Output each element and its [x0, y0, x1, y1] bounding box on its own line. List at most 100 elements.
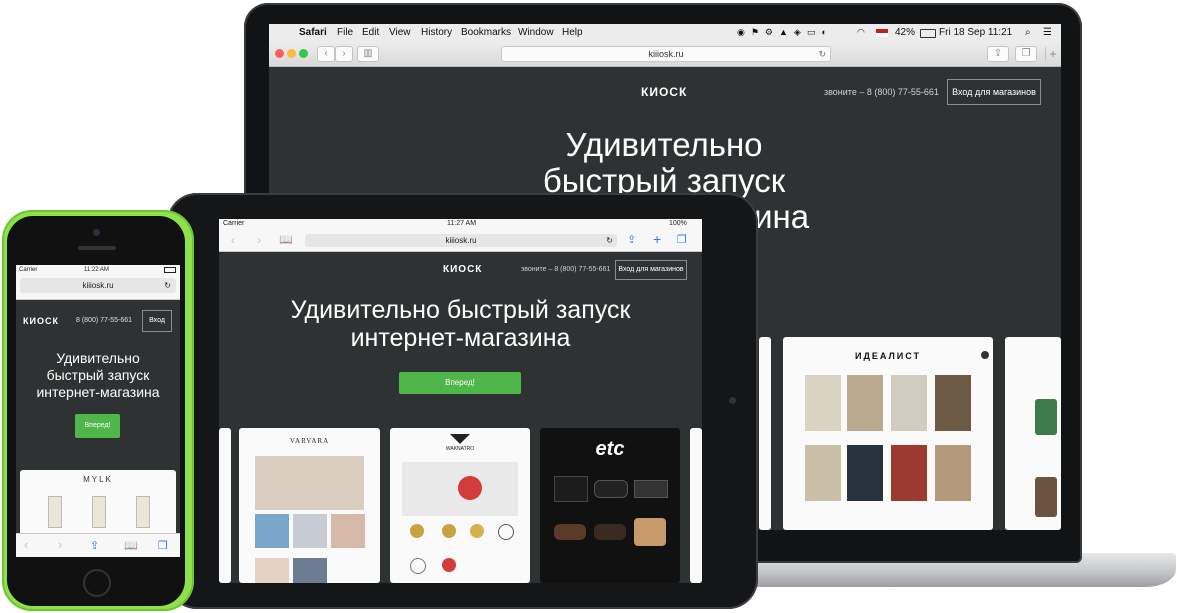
- store-preview-card-etc[interactable]: etc: [540, 428, 680, 583]
- menu-file[interactable]: File: [337, 27, 353, 38]
- menu-help[interactable]: Help: [562, 27, 583, 38]
- product-image[interactable]: [458, 476, 482, 500]
- product-image[interactable]: [410, 558, 426, 574]
- reload-icon[interactable]: ↻: [164, 278, 171, 293]
- store-preview-card-bags[interactable]: [1005, 337, 1061, 530]
- hero-banner-image[interactable]: [402, 462, 518, 516]
- store-preview-card-mylk[interactable]: MYLK: [20, 470, 176, 540]
- hero-line-1: Удивительно быстрый запуск: [290, 296, 631, 324]
- product-image[interactable]: [136, 496, 150, 528]
- store-preview-card-partial[interactable]: [690, 428, 702, 583]
- menu-safari[interactable]: Safari: [299, 27, 327, 38]
- product-image[interactable]: [805, 445, 841, 501]
- site-logo[interactable]: КИОСК: [23, 316, 59, 326]
- cta-button[interactable]: Вперед!: [399, 372, 521, 394]
- product-image[interactable]: [1035, 477, 1057, 517]
- tabs-icon[interactable]: ❐: [158, 539, 168, 552]
- product-image[interactable]: [255, 514, 289, 548]
- back-button[interactable]: ‹: [231, 233, 235, 247]
- reload-icon[interactable]: ↻: [818, 47, 826, 61]
- address-bar[interactable]: kiiiosk.ru ↻: [501, 46, 831, 62]
- product-image[interactable]: [634, 518, 666, 546]
- product-image[interactable]: [554, 476, 588, 502]
- product-image[interactable]: [255, 558, 289, 583]
- product-image[interactable]: [1035, 399, 1057, 435]
- store-preview-card-partial[interactable]: [759, 337, 771, 530]
- forward-button[interactable]: ›: [58, 537, 62, 552]
- product-image[interactable]: [92, 496, 106, 528]
- menu-history[interactable]: History: [421, 27, 452, 38]
- store-login-button[interactable]: Вход для магазинов: [947, 79, 1041, 105]
- close-window-button[interactable]: [275, 49, 284, 58]
- battery-icon[interactable]: [920, 29, 936, 38]
- product-image[interactable]: [442, 558, 456, 572]
- share-icon[interactable]: ⇪: [627, 233, 636, 246]
- forward-button[interactable]: ›: [335, 46, 353, 62]
- share-icon[interactable]: ⇪: [987, 46, 1009, 62]
- product-image[interactable]: [805, 375, 841, 431]
- address-bar[interactable]: kiiiosk.ru ↻: [305, 234, 617, 247]
- product-image[interactable]: [554, 524, 586, 540]
- bookmarks-icon[interactable]: 📖: [279, 233, 293, 246]
- product-image[interactable]: [594, 480, 628, 498]
- product-image[interactable]: [293, 558, 327, 583]
- store-preview-card-varvara[interactable]: VARVARA: [239, 428, 380, 583]
- new-tab-button[interactable]: +: [1045, 47, 1060, 61]
- back-button[interactable]: ‹: [317, 46, 335, 62]
- product-image[interactable]: [48, 496, 62, 528]
- iphone-home-button[interactable]: [83, 569, 111, 597]
- product-image[interactable]: [331, 514, 365, 548]
- product-image[interactable]: [594, 524, 626, 540]
- product-image[interactable]: [470, 524, 484, 538]
- reload-icon[interactable]: ↻: [606, 234, 613, 247]
- menu-bookmarks[interactable]: Bookmarks: [461, 27, 511, 38]
- tabs-icon[interactable]: ❐: [677, 233, 687, 246]
- ipad-battery: 100%: [669, 220, 687, 227]
- address-bar[interactable]: kiiiosk.ru ↻: [20, 278, 176, 293]
- cta-button[interactable]: Вперед!: [75, 414, 120, 438]
- product-image[interactable]: [935, 445, 971, 501]
- menubar-clock[interactable]: Fri 18 Sep 11:21: [939, 27, 1012, 38]
- store-preview-card-waknatro[interactable]: WAKNATRO: [390, 428, 530, 583]
- ipad-status-bar: Carrier 11:27 AM 100%: [219, 219, 702, 230]
- product-image[interactable]: [442, 524, 456, 538]
- bookmarks-icon[interactable]: 📖: [124, 539, 138, 552]
- store-login-button[interactable]: Вход для магазинов: [615, 260, 687, 280]
- wifi-icon[interactable]: ◠: [857, 27, 865, 38]
- hero-line-2: интернет-магазина: [350, 324, 571, 352]
- site-logo[interactable]: КИОСК: [641, 85, 687, 99]
- hero-banner-image[interactable]: [255, 456, 364, 510]
- sidebar-icon[interactable]: ▥: [357, 46, 379, 62]
- menu-view[interactable]: View: [389, 27, 411, 38]
- notification-center-icon[interactable]: ☰: [1043, 27, 1052, 38]
- flag-icon[interactable]: [876, 29, 888, 37]
- menu-edit[interactable]: Edit: [362, 27, 379, 38]
- product-image[interactable]: [293, 514, 327, 548]
- new-tab-icon[interactable]: +: [653, 231, 661, 247]
- product-image[interactable]: [847, 445, 883, 501]
- ipad-home-button[interactable]: [729, 397, 736, 404]
- product-image[interactable]: [891, 375, 927, 431]
- minimize-window-button[interactable]: [287, 49, 296, 58]
- tabs-icon[interactable]: ❐: [1015, 46, 1037, 62]
- battery-icon: [164, 267, 176, 273]
- store-preview-card-idealist[interactable]: ИДЕАЛИСТ: [783, 337, 993, 530]
- zoom-window-button[interactable]: [299, 49, 308, 58]
- store-login-button[interactable]: Вход: [142, 310, 172, 332]
- menu-window[interactable]: Window: [518, 27, 554, 38]
- product-image[interactable]: [498, 524, 514, 540]
- battery-percent: 42%: [895, 27, 916, 38]
- ipad-time: 11:27 AM: [447, 220, 477, 227]
- product-image[interactable]: [847, 375, 883, 431]
- spotlight-icon[interactable]: ⌕: [1025, 27, 1031, 38]
- forward-button[interactable]: ›: [257, 233, 261, 247]
- site-logo[interactable]: КИОСК: [443, 264, 482, 275]
- product-image[interactable]: [891, 445, 927, 501]
- product-image[interactable]: [935, 375, 971, 431]
- share-icon[interactable]: ⇪: [90, 539, 99, 552]
- product-image[interactable]: [410, 524, 424, 538]
- product-image[interactable]: [634, 480, 668, 498]
- back-button[interactable]: ‹: [24, 537, 28, 552]
- store-preview-card-partial[interactable]: [219, 428, 231, 583]
- iphone-safari-toolbar: ‹ › ⇪ 📖 ❐: [16, 533, 180, 557]
